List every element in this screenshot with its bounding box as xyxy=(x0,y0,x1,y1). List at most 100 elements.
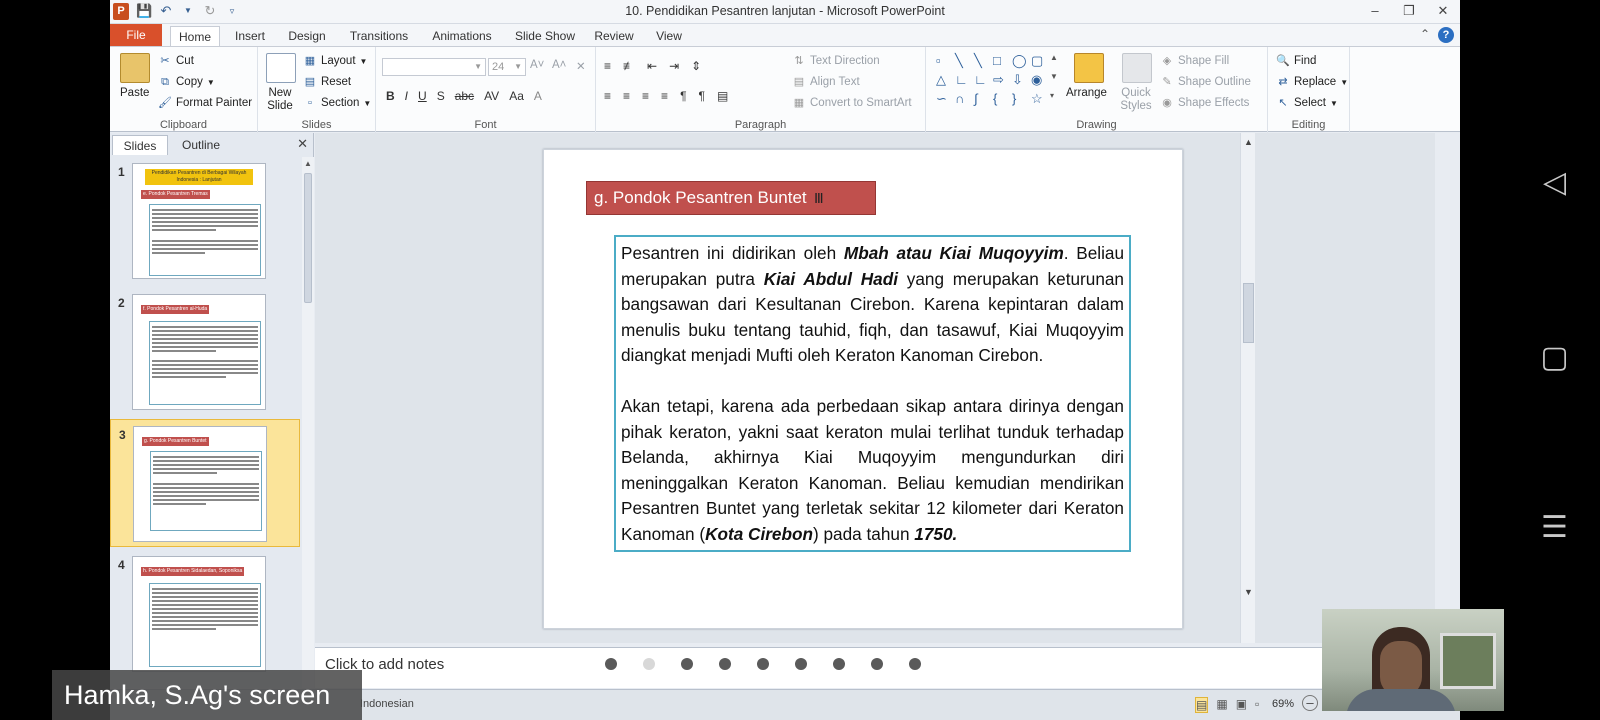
quick-styles-icon[interactable] xyxy=(1122,53,1152,83)
shape-outline-button[interactable]: ✎ Shape Outline xyxy=(1160,75,1251,89)
underline-icon[interactable]: U xyxy=(418,89,427,103)
paste-icon[interactable] xyxy=(120,53,150,83)
columns-icon[interactable]: ▤ xyxy=(717,89,728,103)
shrink-font-button[interactable]: A˄ xyxy=(552,59,566,71)
shape-fill-button[interactable]: ◈ Shape Fill xyxy=(1160,54,1229,68)
scribble-shape-icon[interactable]: ∫ xyxy=(974,91,991,107)
font-name-combo[interactable]: ▼ xyxy=(382,58,486,76)
bullets-icon[interactable]: ≡ xyxy=(604,59,611,73)
normal-view-icon[interactable]: ▤ xyxy=(1195,697,1209,713)
right-arrow-shape-icon[interactable]: ⇨ xyxy=(993,72,1010,88)
align-text-button[interactable]: ▤ Align Text xyxy=(792,75,860,89)
elbow-shape-icon[interactable]: ∟ xyxy=(955,72,972,88)
rectangle-shape-icon[interactable]: □ xyxy=(993,53,1010,69)
rtl-icon[interactable]: ¶ xyxy=(699,89,705,103)
slide-show-icon[interactable]: ▫ xyxy=(1255,697,1259,713)
format-painter-button[interactable]: 🖌 Format Painter xyxy=(158,96,252,110)
tab-view[interactable]: View xyxy=(646,26,692,47)
tab-design[interactable]: Design xyxy=(280,26,334,47)
quick-styles-button[interactable]: Quick Styles xyxy=(1118,87,1154,113)
character-spacing-icon[interactable]: AV xyxy=(484,89,499,103)
replace-button[interactable]: ⇄ Replace ▼ xyxy=(1276,75,1348,89)
gallery-up-icon[interactable]: ▲ xyxy=(1050,53,1067,69)
gallery-more-icon[interactable]: ▾ xyxy=(1050,91,1067,107)
tab-outline[interactable]: Outline xyxy=(170,135,232,155)
text-direction-button[interactable]: ⇅ Text Direction xyxy=(792,54,879,68)
curve-shape-icon[interactable]: ∩ xyxy=(955,91,972,107)
help-icon[interactable]: ? xyxy=(1438,27,1454,43)
slide-title[interactable]: g. Pondok Pesantren Buntet xyxy=(586,181,876,215)
slide-thumbnail-4[interactable]: 4 h. Pondok Pesantren Sidalaedan, Soponi… xyxy=(110,550,300,678)
back-icon[interactable]: ◁ xyxy=(1509,165,1600,200)
arrange-button[interactable]: Arrange xyxy=(1066,87,1107,99)
ltr-icon[interactable]: ¶ xyxy=(680,89,686,103)
grow-font-button[interactable]: A˅ xyxy=(530,59,544,71)
connector-shape-icon[interactable]: ∟ xyxy=(974,72,991,88)
justify-icon[interactable]: ≡ xyxy=(661,89,668,103)
thumbnails-scrollbar[interactable]: ▲ xyxy=(302,157,314,688)
shapes-gallery[interactable]: ▫ ╲ ╲ □ ◯ ▢ ▲ △ ∟ ∟ ⇨ ⇩ ◉ ▼ ∽ ∩ ∫ {} ☆ … xyxy=(936,53,1064,107)
triangle-shape-icon[interactable]: △ xyxy=(936,72,953,88)
editor-scrollbar[interactable]: ▲ ▼ xyxy=(1240,133,1255,643)
callout-shape-icon[interactable]: ◉ xyxy=(1031,72,1048,88)
arrow-line-shape-icon[interactable]: ╲ xyxy=(974,53,991,69)
paste-button[interactable]: Paste xyxy=(120,87,149,99)
cut-button[interactable]: ✂ Cut xyxy=(158,54,194,68)
rounded-rect-shape-icon[interactable]: ▢ xyxy=(1031,53,1048,69)
tab-review[interactable]: Review xyxy=(588,26,640,47)
copy-button[interactable]: ⧉ Copy ▼ xyxy=(158,75,215,89)
notes-pane[interactable]: Click to add notes xyxy=(315,647,1435,688)
change-case-icon[interactable]: Aa xyxy=(509,89,524,103)
new-slide-icon[interactable] xyxy=(266,53,296,83)
zoom-out-icon[interactable]: – xyxy=(1302,695,1318,711)
scroll-up-icon[interactable]: ▲ xyxy=(1241,137,1256,147)
section-button[interactable]: ▫ Section ▼ xyxy=(303,96,371,110)
increase-indent-icon[interactable]: ⇥ xyxy=(669,59,679,73)
shape-effects-button[interactable]: ◉ Shape Effects xyxy=(1160,96,1249,110)
zoom-level[interactable]: 69% xyxy=(1272,698,1294,710)
line-spacing-icon[interactable]: ⇕ xyxy=(691,59,701,73)
select-button[interactable]: ↖ Select ▼ xyxy=(1276,96,1338,110)
decrease-indent-icon[interactable]: ⇤ xyxy=(647,59,657,73)
webcam-video[interactable] xyxy=(1322,609,1504,711)
scrollbar-thumb[interactable] xyxy=(304,173,312,303)
layout-button[interactable]: ▦ Layout ▼ xyxy=(303,54,368,68)
slide-thumbnail-3[interactable]: 3 g. Pondok Pesantren Buntet xyxy=(110,419,300,547)
align-left-icon[interactable]: ≡ xyxy=(604,89,611,103)
convert-smartart-button[interactable]: ▦ Convert to SmartArt xyxy=(792,96,912,110)
textbox-shape-icon[interactable]: ▫ xyxy=(936,53,953,69)
scrollbar-thumb[interactable] xyxy=(1243,283,1254,343)
find-button[interactable]: 🔍 Find xyxy=(1276,54,1316,68)
brace-right-shape-icon[interactable]: } xyxy=(1012,91,1029,107)
restore-icon[interactable]: ❐ xyxy=(1392,0,1426,24)
italic-icon[interactable]: I xyxy=(405,89,408,103)
tab-slides[interactable]: Slides xyxy=(112,135,168,155)
numbering-icon[interactable]: ≢ xyxy=(623,59,635,73)
font-color-icon[interactable]: A xyxy=(534,89,542,103)
oval-shape-icon[interactable]: ◯ xyxy=(1012,53,1029,69)
bold-icon[interactable]: B xyxy=(386,89,395,103)
align-right-icon[interactable]: ≡ xyxy=(642,89,649,103)
close-pane-icon[interactable]: ✕ xyxy=(297,136,308,152)
slide-canvas[interactable]: g. Pondok Pesantren Buntet Ⅲ Pesantren i… xyxy=(543,149,1183,629)
strikethrough-icon[interactable]: abc xyxy=(455,89,474,103)
line-shape-icon[interactable]: ╲ xyxy=(955,53,972,69)
minimize-ribbon-icon[interactable]: ⌃ xyxy=(1420,27,1430,43)
home-icon[interactable]: ▢ xyxy=(1509,340,1600,375)
gallery-down-icon[interactable]: ▼ xyxy=(1050,72,1067,88)
reset-button[interactable]: ▤ Reset xyxy=(303,75,351,89)
close-icon[interactable]: ✕ xyxy=(1426,0,1460,24)
scroll-down-icon[interactable]: ▼ xyxy=(1241,587,1256,597)
tab-transitions[interactable]: Transitions xyxy=(342,26,416,47)
shadow-icon[interactable]: S xyxy=(437,89,445,103)
recents-icon[interactable]: ☰ xyxy=(1509,510,1600,545)
slide-content-box[interactable]: Pesantren ini didirikan oleh Mbah atau K… xyxy=(614,235,1131,552)
clear-formatting-icon[interactable]: ✕ xyxy=(576,59,586,73)
slide-sorter-icon[interactable]: ▦ xyxy=(1216,697,1227,713)
tab-animations[interactable]: Animations xyxy=(422,26,502,47)
brace-left-shape-icon[interactable]: { xyxy=(993,91,1010,107)
slide-thumbnail-2[interactable]: 2 f. Pondok Pesantren al-Huda xyxy=(110,288,300,416)
star-shape-icon[interactable]: ☆ xyxy=(1031,91,1048,107)
freeform-shape-icon[interactable]: ∽ xyxy=(936,91,953,107)
scroll-up-icon[interactable]: ▲ xyxy=(304,159,312,168)
